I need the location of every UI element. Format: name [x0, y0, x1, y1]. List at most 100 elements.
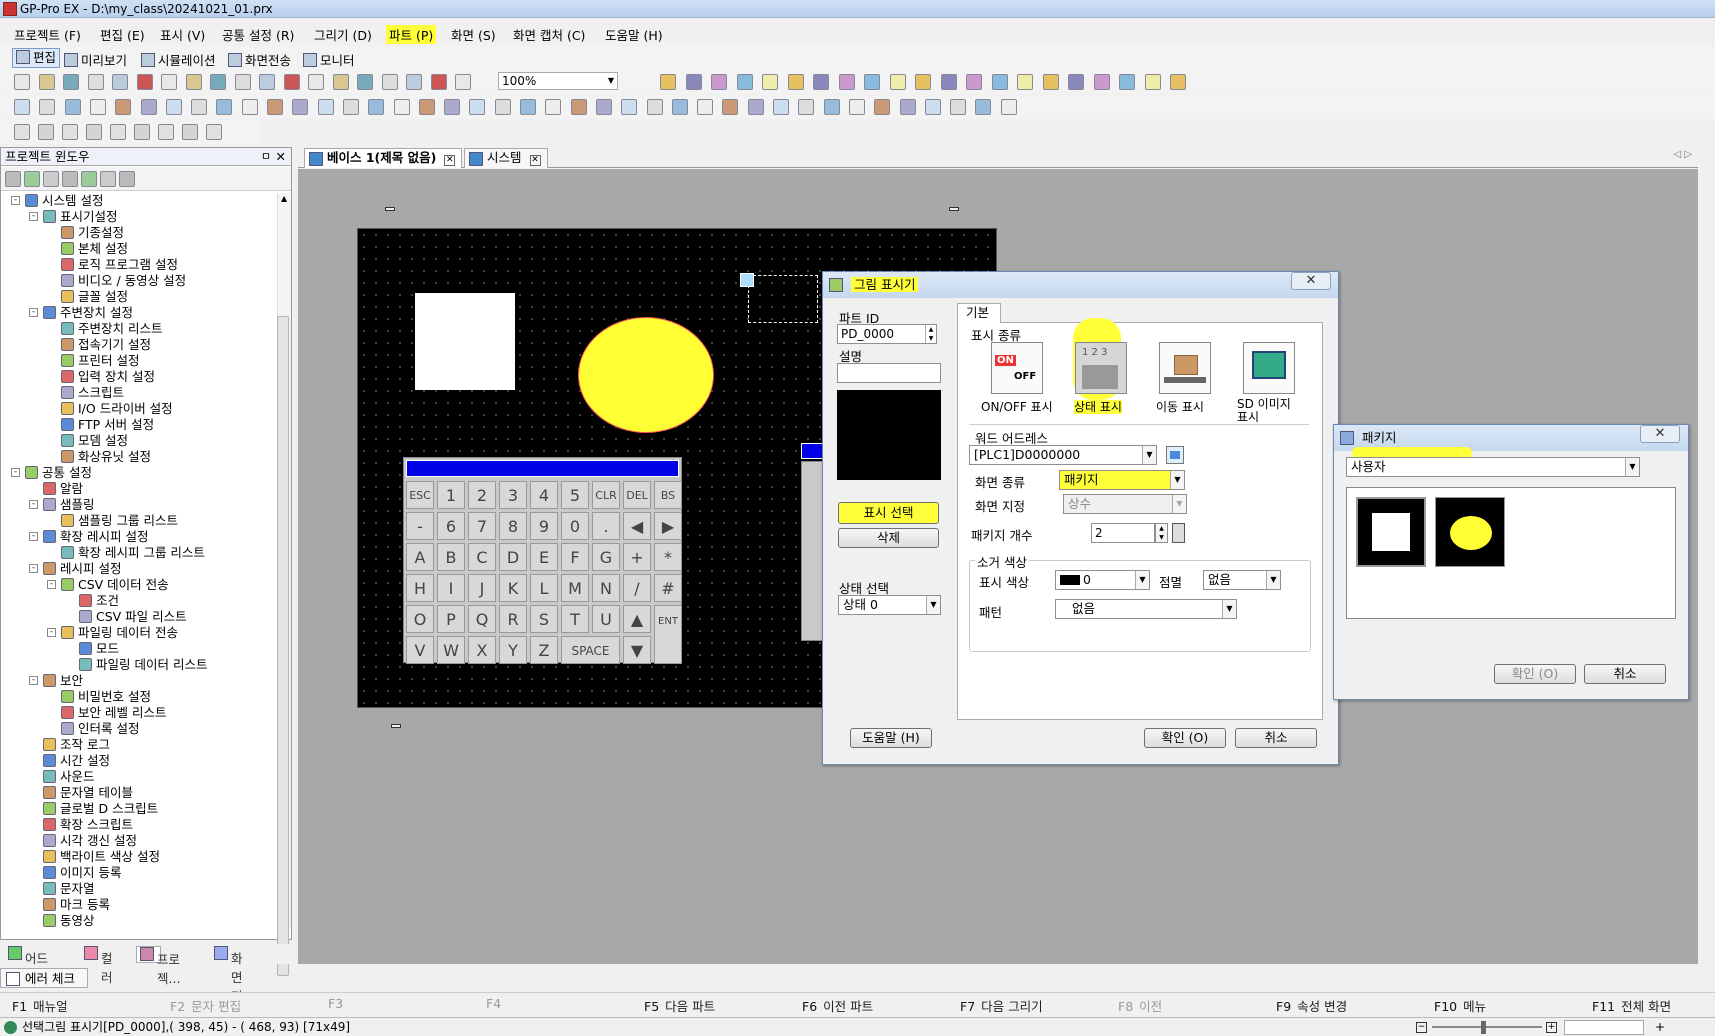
- description-field[interactable]: [837, 363, 941, 383]
- tree-item[interactable]: 스크립트: [61, 385, 124, 401]
- tab-base-1[interactable]: 베이스 1(제목 없음) ✕: [304, 148, 463, 168]
- keypad-key[interactable]: ▲: [623, 605, 651, 633]
- toolbar-tool-icon[interactable]: [991, 74, 1008, 90]
- toolbar-tool-icon[interactable]: [660, 74, 676, 90]
- toolbar-tool-icon[interactable]: [158, 124, 174, 140]
- toolbar-tool-icon[interactable]: [924, 99, 941, 115]
- canvas-handle[interactable]: [391, 724, 401, 728]
- keypad-key[interactable]: U: [592, 605, 620, 633]
- keypad-key[interactable]: G: [592, 543, 620, 571]
- select-display-button[interactable]: 표시 선택: [838, 502, 939, 524]
- tree-expander[interactable]: -: [29, 500, 38, 509]
- toolbar-tool-icon[interactable]: [39, 99, 56, 115]
- keypad-space-key[interactable]: SPACE: [561, 636, 620, 664]
- help-button[interactable]: 도움말 (H): [850, 728, 932, 748]
- tree-item[interactable]: CSV 데이터 전송: [61, 577, 169, 593]
- toolbar-tool-icon[interactable]: [100, 171, 116, 187]
- tree-item[interactable]: 마크 등록: [43, 897, 110, 913]
- keypad-key[interactable]: ▼: [623, 636, 651, 664]
- toolbar-tool-icon[interactable]: [241, 99, 258, 115]
- package-cancel-button[interactable]: 취소: [1584, 664, 1666, 684]
- tab-scroll-arrows[interactable]: ◁ ▷: [1673, 149, 1692, 160]
- toolbar-tool-icon[interactable]: [1000, 99, 1017, 115]
- part-id-field[interactable]: PD_0000: [837, 324, 937, 344]
- toolbar-tool-icon[interactable]: [545, 99, 562, 115]
- canvas-handle[interactable]: [949, 207, 959, 211]
- keypad-key[interactable]: H: [406, 574, 434, 602]
- toolbar-tool-icon[interactable]: [308, 74, 324, 90]
- keypad-key[interactable]: DEL: [623, 481, 651, 509]
- toolbar-tool-icon[interactable]: [134, 124, 150, 140]
- keypad-key[interactable]: M: [561, 574, 589, 602]
- zoom-in-icon[interactable]: +: [1546, 1022, 1557, 1033]
- function-key-f5[interactable]: F5 다음 파트: [644, 996, 715, 1015]
- tree-item[interactable]: CSV 파일 리스트: [79, 609, 187, 625]
- menu-screen-capture[interactable]: 화면 캡처 (C): [513, 25, 585, 44]
- toolbar-tool-icon[interactable]: [773, 99, 789, 115]
- screen-type-combo[interactable]: 패키지 ▼: [1059, 470, 1185, 490]
- tree-item[interactable]: 확장 레시피 그룹 리스트: [61, 545, 205, 561]
- tree-item[interactable]: 샘플링 그룹 리스트: [61, 513, 178, 529]
- toolbar-tool-icon[interactable]: [5, 171, 21, 187]
- dialog-close-button[interactable]: ✕: [1291, 272, 1331, 290]
- toolbar-tool-icon[interactable]: [787, 74, 804, 90]
- keypad-key[interactable]: Y: [499, 636, 527, 664]
- keypad-key[interactable]: I: [437, 574, 465, 602]
- tree-scroll-thumb[interactable]: [277, 316, 289, 976]
- keypad-key[interactable]: 8: [499, 512, 527, 540]
- toolbar-tool-icon[interactable]: [1144, 74, 1161, 90]
- move-display-icon[interactable]: [1159, 342, 1211, 394]
- toolbar-tool-icon[interactable]: [915, 74, 931, 90]
- menu-common-settings[interactable]: 공통 설정 (R): [222, 25, 294, 44]
- keypad-key[interactable]: ▶: [654, 512, 682, 540]
- function-key-f7[interactable]: F7 다음 그리기: [960, 996, 1043, 1015]
- scroll-up-icon[interactable]: ▲: [281, 194, 287, 203]
- keypad-key[interactable]: L: [530, 574, 558, 602]
- keypad-key[interactable]: F: [561, 543, 589, 571]
- tree-expander[interactable]: -: [29, 676, 38, 685]
- keypad-key[interactable]: P: [437, 605, 465, 633]
- package-list[interactable]: [1346, 487, 1676, 619]
- tab-basic[interactable]: 기본: [957, 303, 1001, 323]
- toolbar-tool-icon[interactable]: [646, 99, 663, 115]
- state-display-icon[interactable]: 1 2 3: [1075, 342, 1127, 394]
- tree-item[interactable]: 파일링 데이터 리스트: [79, 657, 207, 673]
- tree-item[interactable]: 시각 갱신 설정: [43, 833, 137, 849]
- pattern-combo[interactable]: 없음 ▼: [1055, 599, 1237, 619]
- package-item-circle[interactable]: [1435, 497, 1505, 567]
- keypad-key[interactable]: W: [437, 636, 465, 664]
- toolbar-tool-icon[interactable]: [469, 99, 486, 115]
- mode-edit-button[interactable]: 편집: [12, 48, 61, 68]
- menu-project[interactable]: 프로젝트 (F): [14, 25, 81, 44]
- keypad-key[interactable]: A: [406, 543, 434, 571]
- tree-item[interactable]: 알람: [43, 481, 83, 497]
- toolbar-tool-icon[interactable]: [332, 74, 349, 90]
- tree-expander[interactable]: -: [11, 196, 20, 205]
- menu-screen[interactable]: 화면 (S): [451, 25, 496, 44]
- keypad-key[interactable]: 2: [468, 481, 496, 509]
- toolbar-tool-icon[interactable]: [342, 99, 359, 115]
- tree-item[interactable]: 이미지 등록: [43, 865, 121, 881]
- toolbar-tool-icon[interactable]: [494, 99, 511, 115]
- close-icon[interactable]: ✕: [444, 155, 456, 166]
- zoom-slider-thumb[interactable]: [1481, 1021, 1486, 1034]
- part-marker-icon[interactable]: [740, 273, 754, 287]
- tree-item[interactable]: 문자열: [43, 881, 95, 897]
- keypad-key[interactable]: -: [406, 512, 434, 540]
- tree-item[interactable]: 주변장치 리스트: [61, 321, 162, 337]
- blink-combo[interactable]: 없음 ▼: [1203, 570, 1281, 590]
- menu-view[interactable]: 표시 (V): [160, 25, 205, 44]
- toolbar-tool-icon[interactable]: [136, 74, 153, 90]
- toolbar-tool-icon[interactable]: [234, 74, 251, 90]
- toolbar-tool-icon[interactable]: [62, 171, 78, 187]
- toolbar-tool-icon[interactable]: [14, 99, 30, 115]
- tree-item[interactable]: 시스템 설정: [25, 193, 103, 209]
- toolbar-tool-icon[interactable]: [185, 74, 202, 90]
- keypad-key[interactable]: 1: [437, 481, 465, 509]
- toolbar-tool-icon[interactable]: [950, 99, 967, 115]
- keypad-key[interactable]: O: [406, 605, 434, 633]
- tree-item[interactable]: 표시기설정: [43, 209, 118, 225]
- keypad-key[interactable]: 4: [530, 481, 558, 509]
- cancel-button[interactable]: 취소: [1235, 728, 1317, 748]
- toolbar-tool-icon[interactable]: [722, 99, 739, 115]
